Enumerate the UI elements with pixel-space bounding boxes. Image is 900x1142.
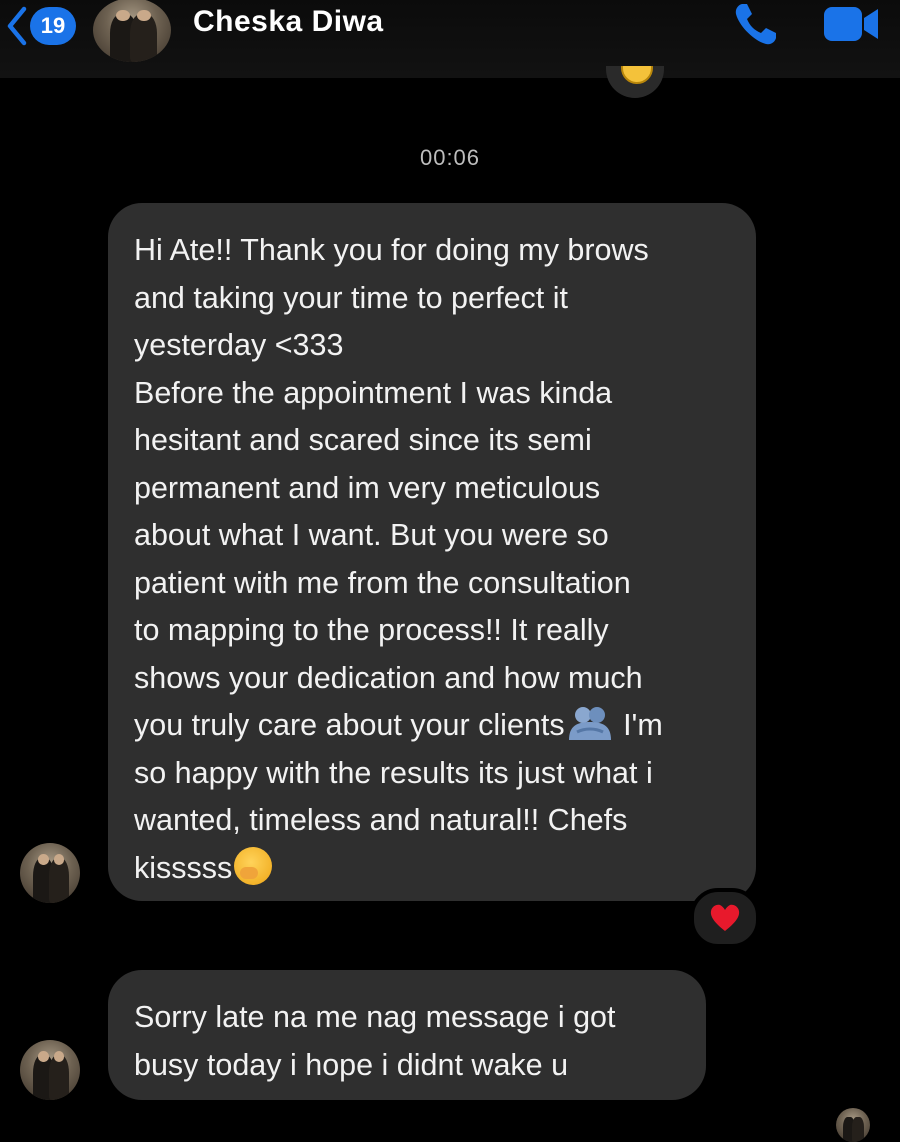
sender-avatar[interactable] xyxy=(20,843,80,903)
heart-icon xyxy=(709,903,741,933)
message-reaction[interactable] xyxy=(690,888,760,948)
avatar-figure xyxy=(852,1117,864,1142)
message-timestamp: 00:06 xyxy=(0,145,900,171)
avatar-head xyxy=(38,854,49,865)
previous-reaction-emoji xyxy=(606,66,664,98)
hugging-face-emoji-icon xyxy=(234,847,272,885)
message-text: Hi Ate!! Thank you for doing my brows an… xyxy=(134,233,649,742)
back-chevron-icon xyxy=(6,6,28,46)
avatar-figure xyxy=(49,1055,69,1100)
back-button[interactable]: 19 xyxy=(6,6,76,46)
video-camera-icon xyxy=(822,3,882,45)
avatar-head xyxy=(137,10,151,22)
people-hugging-emoji-icon xyxy=(565,706,615,740)
unread-count-badge: 19 xyxy=(30,7,76,45)
avatar-head xyxy=(54,1051,65,1062)
phone-icon xyxy=(732,0,780,48)
chat-header: 19 Cheska Diwa xyxy=(0,0,900,78)
incoming-message-bubble[interactable]: Hi Ate!! Thank you for doing my brows an… xyxy=(108,203,756,901)
video-call-button[interactable] xyxy=(822,3,882,50)
sender-avatar[interactable] xyxy=(20,1040,80,1100)
incoming-message-bubble[interactable]: Sorry late na me nag message i got busy … xyxy=(108,970,706,1100)
avatar-head xyxy=(38,1051,49,1062)
avatar-figure xyxy=(130,14,157,62)
contact-avatar[interactable] xyxy=(93,0,171,62)
avatar-figure xyxy=(49,858,69,903)
contact-name[interactable]: Cheska Diwa xyxy=(193,5,384,39)
audio-call-button[interactable] xyxy=(732,0,780,53)
read-receipt-avatar xyxy=(836,1108,870,1142)
avatar-head xyxy=(54,854,65,865)
